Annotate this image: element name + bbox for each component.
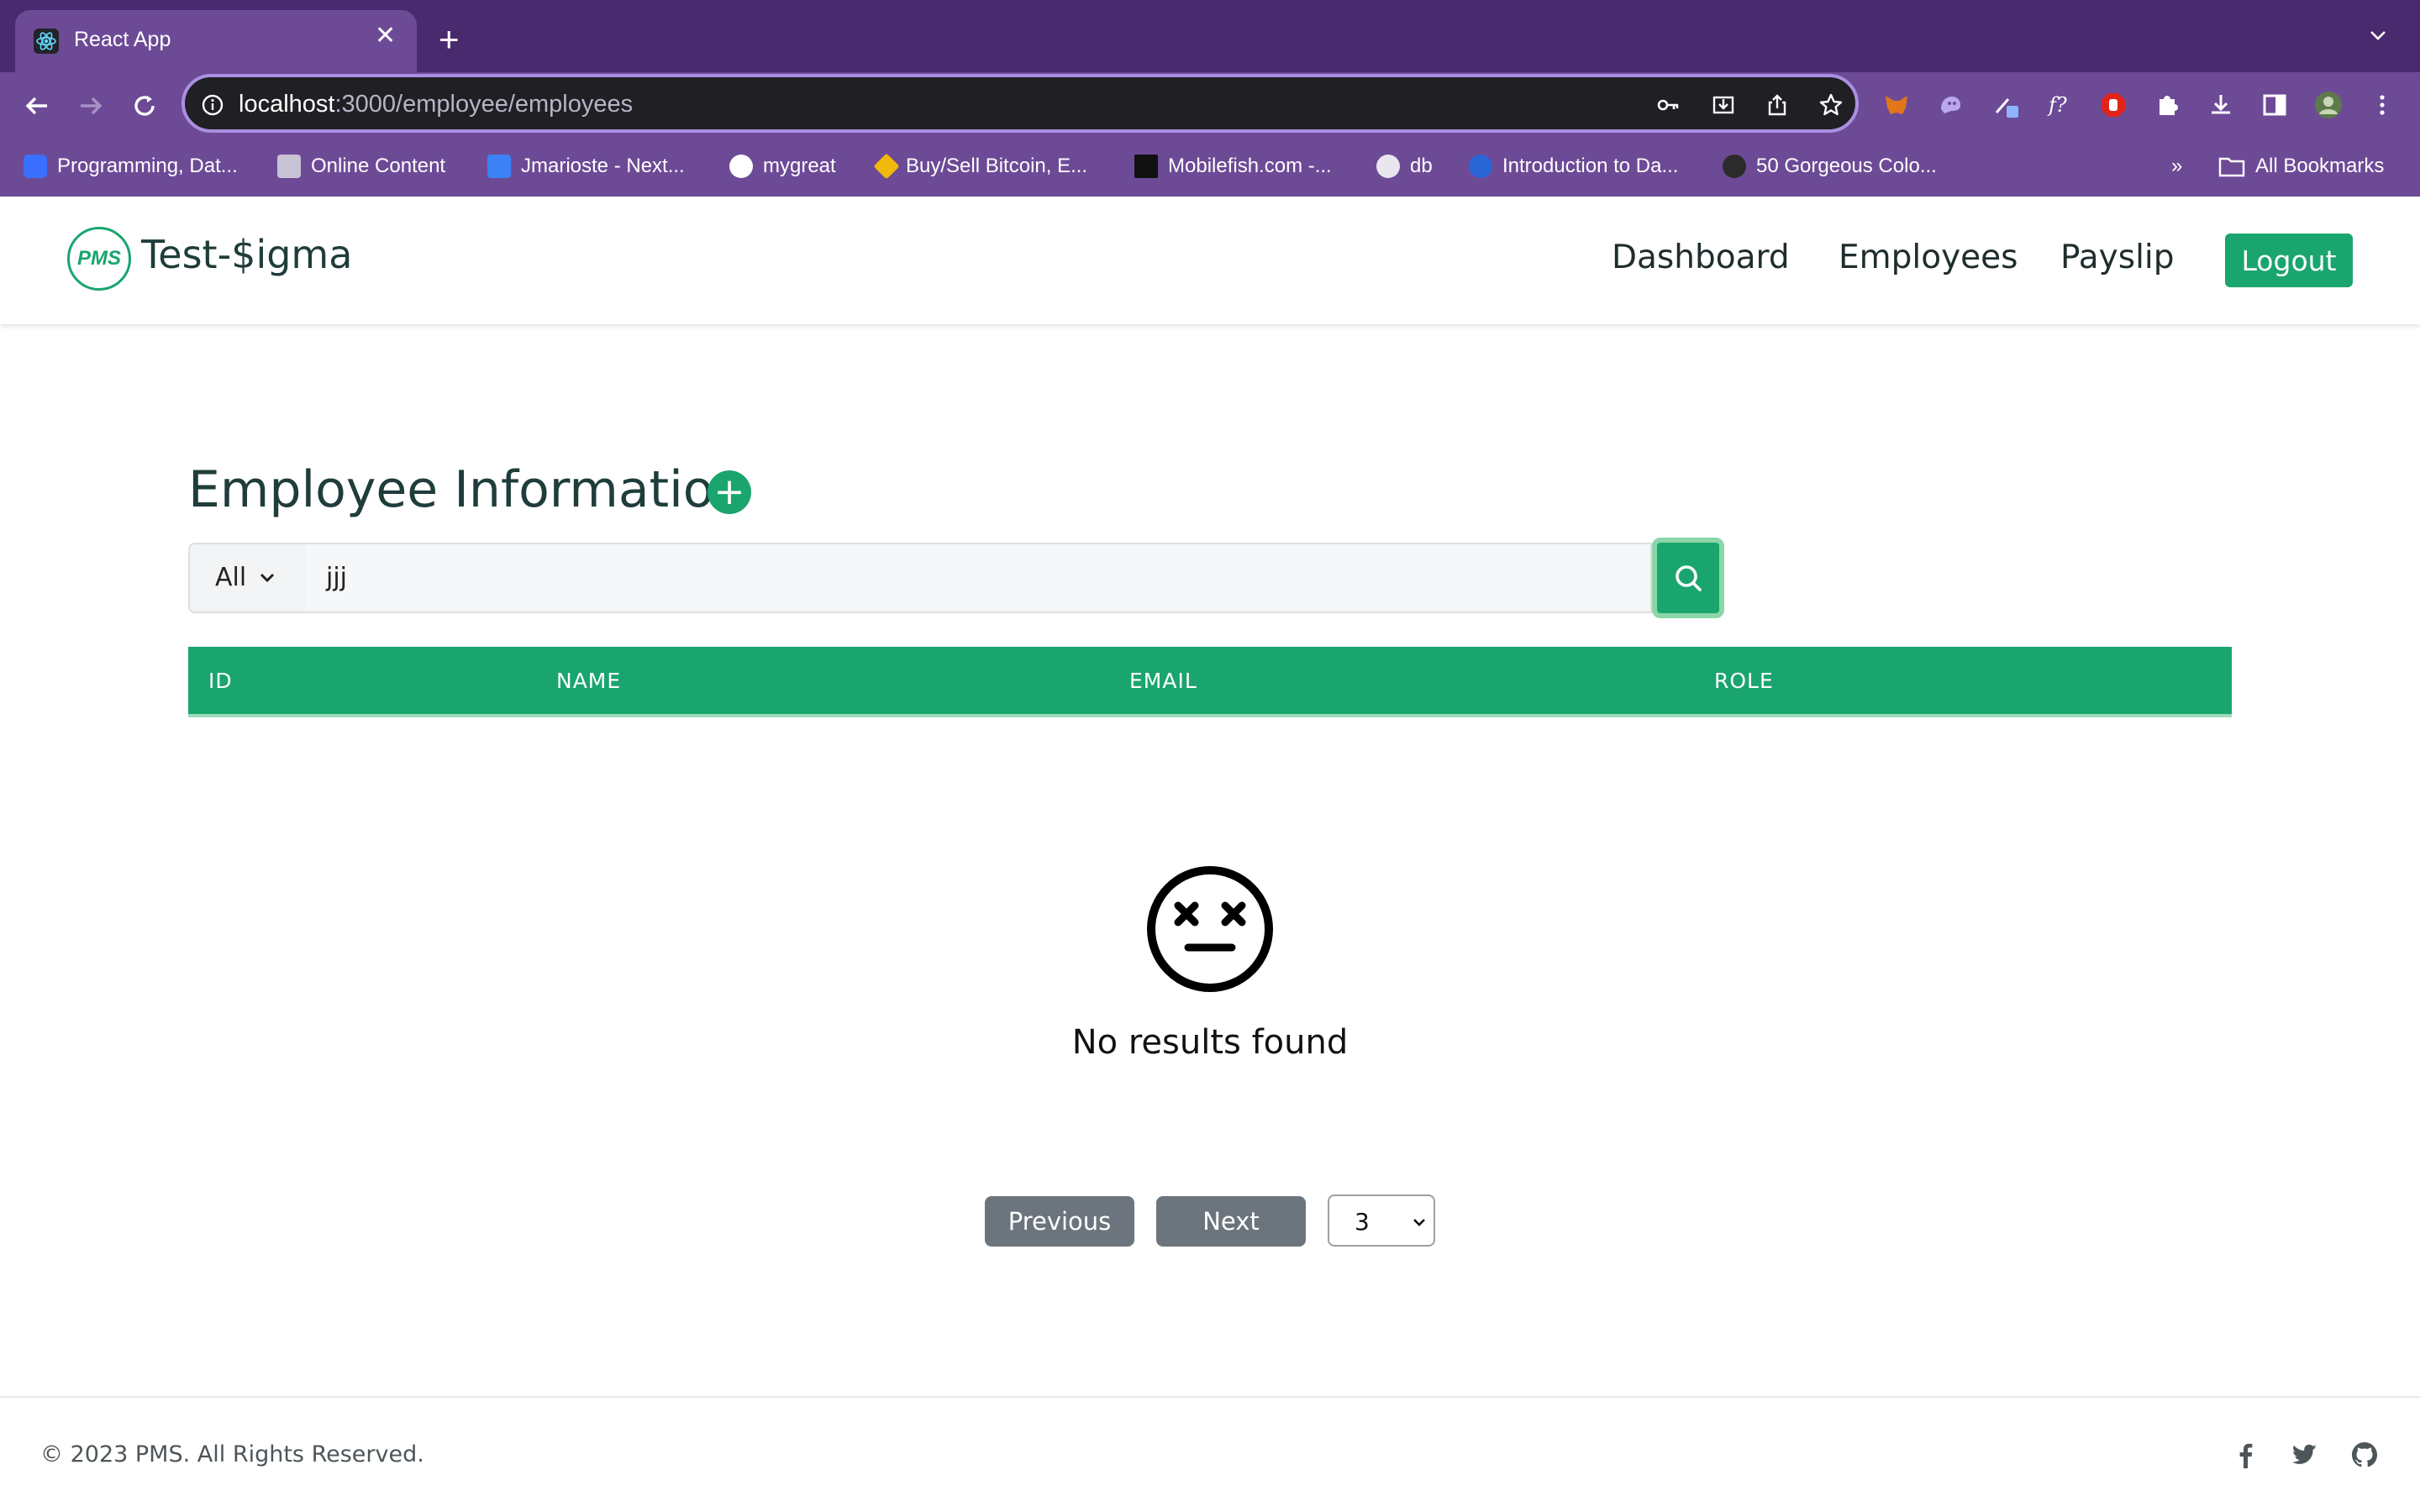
- bookmark-favicon-icon: [277, 155, 301, 178]
- search-icon: [1676, 565, 1702, 591]
- bookmark-item[interactable]: Online Content: [277, 151, 445, 181]
- twitter-icon[interactable]: [2289, 1440, 2319, 1470]
- extensions-puzzle-icon[interactable]: [2153, 91, 2181, 119]
- bookmark-item[interactable]: mygreat: [729, 151, 836, 181]
- all-bookmarks-button[interactable]: All Bookmarks: [2218, 151, 2384, 181]
- dizzy-face-icon: [1147, 866, 1273, 992]
- brand-name[interactable]: Test-$igma: [141, 232, 352, 277]
- footer-divider: [0, 1396, 2420, 1398]
- tab-close-icon[interactable]: ✕: [375, 24, 396, 49]
- downloads-icon[interactable]: [2207, 91, 2235, 119]
- bookmark-item[interactable]: 50 Gorgeous Colo...: [1723, 151, 1937, 181]
- browser-menu-icon[interactable]: [2368, 91, 2396, 119]
- bookmark-item[interactable]: db: [1376, 151, 1433, 181]
- chevron-down-icon: [260, 573, 275, 583]
- employee-table-header: [188, 647, 2232, 717]
- new-tab-icon[interactable]: +: [439, 22, 460, 57]
- column-header-id[interactable]: ID: [208, 669, 233, 693]
- side-panel-icon[interactable]: [2260, 91, 2289, 119]
- next-page-button[interactable]: Next: [1156, 1196, 1306, 1247]
- column-header-role[interactable]: ROLE: [1714, 669, 1774, 693]
- app-navbar: [0, 197, 2420, 324]
- bookmark-item[interactable]: Introduction to Da...: [1469, 151, 1678, 181]
- color-picker-extension-icon[interactable]: [1991, 91, 2020, 119]
- nav-link-payslip[interactable]: Payslip: [2060, 239, 2175, 276]
- facebook-icon[interactable]: [2230, 1440, 2260, 1470]
- bookmarks-overflow-button[interactable]: »: [2171, 151, 2182, 181]
- filter-selected-value: All: [215, 563, 247, 592]
- site-info-icon[interactable]: [200, 92, 225, 118]
- folder-icon: [2218, 157, 2245, 177]
- plus-icon: +: [713, 470, 745, 513]
- page-size-value: 3: [1355, 1208, 1370, 1236]
- bookmark-favicon-icon: [873, 153, 900, 180]
- search-input-value: jjj: [326, 563, 348, 592]
- back-arrow-icon[interactable]: [18, 87, 55, 124]
- logout-button[interactable]: Logout: [2225, 234, 2353, 287]
- forward-arrow-icon[interactable]: [72, 87, 109, 124]
- logo-text: PMS: [76, 247, 121, 270]
- bookmark-favicon-icon: [1469, 155, 1492, 178]
- empty-state-message: No results found: [1071, 1023, 1349, 1062]
- share-icon[interactable]: [1765, 92, 1790, 118]
- nav-link-dashboard[interactable]: Dashboard: [1612, 239, 1790, 276]
- bookmark-favicon-icon: [1723, 155, 1746, 178]
- search-input[interactable]: [306, 543, 1652, 613]
- svg-text:f?: f?: [2047, 93, 2067, 117]
- install-app-icon[interactable]: [1711, 92, 1736, 118]
- tab-title: React App: [74, 28, 171, 51]
- key-icon[interactable]: [1655, 92, 1681, 118]
- chevron-down-icon: [1413, 1219, 1425, 1226]
- adblock-extension-icon[interactable]: [2099, 91, 2128, 119]
- metamask-extension-icon[interactable]: [1882, 91, 1911, 119]
- search-button[interactable]: [1652, 538, 1724, 618]
- github-icon[interactable]: [2349, 1440, 2380, 1470]
- reload-icon[interactable]: [126, 87, 163, 124]
- search-filter-select[interactable]: [188, 543, 308, 613]
- page-title: Employee Information: [188, 460, 746, 519]
- bookmark-favicon-icon: [1134, 155, 1158, 178]
- bookmark-favicon-icon: [1376, 155, 1400, 178]
- bookmark-item[interactable]: Buy/Sell Bitcoin, E...: [873, 151, 1087, 181]
- bookmark-favicon-icon: [24, 155, 47, 178]
- bookmark-favicon-icon: [729, 155, 753, 178]
- tab-search-chevron-icon[interactable]: [2368, 25, 2388, 45]
- ghost-extension-icon[interactable]: [1936, 91, 1965, 119]
- column-header-name[interactable]: NAME: [556, 669, 621, 693]
- react-favicon-icon: [34, 29, 59, 54]
- bookmark-favicon-icon: [487, 155, 511, 178]
- url-text[interactable]: localhost:3000/employee/employees: [239, 91, 633, 118]
- bookmark-item[interactable]: Programming, Dat...: [24, 151, 238, 181]
- bookmark-item[interactable]: Mobilefish.com -...: [1134, 151, 1332, 181]
- profile-avatar-icon[interactable]: [2314, 91, 2343, 119]
- bookmark-star-icon[interactable]: [1818, 92, 1844, 118]
- footer-copyright: © 2023 PMS. All Rights Reserved.: [40, 1441, 424, 1467]
- previous-page-button[interactable]: Previous: [985, 1196, 1134, 1247]
- font-extension-icon[interactable]: f?: [2045, 91, 2074, 119]
- nav-link-employees[interactable]: Employees: [1839, 239, 2018, 276]
- add-employee-button[interactable]: +: [708, 470, 751, 514]
- bookmark-item[interactable]: Jmarioste - Next...: [487, 151, 685, 181]
- column-header-email[interactable]: EMAIL: [1129, 669, 1197, 693]
